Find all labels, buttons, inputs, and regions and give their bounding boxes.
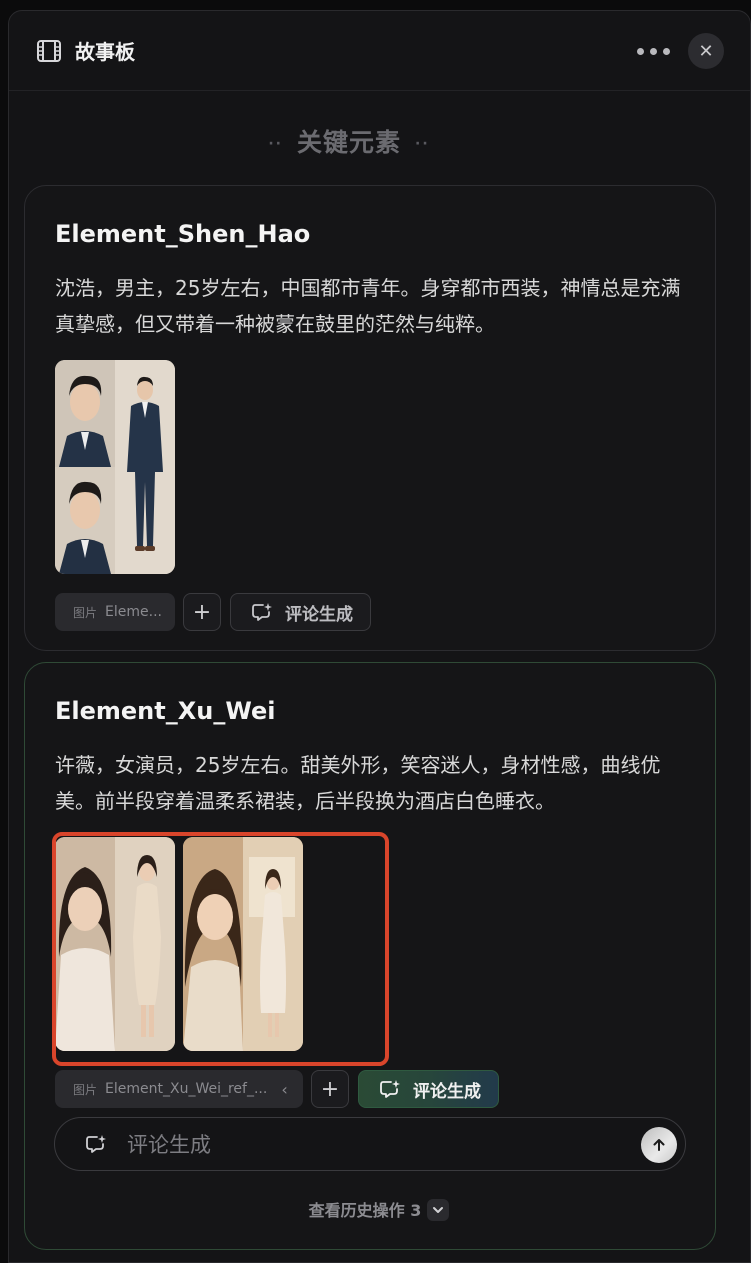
reference-chip[interactable]: 图片 Eleme... bbox=[55, 593, 175, 631]
element-description: 许薇，女演员，25岁左右。甜美外形，笑容迷人，身材性感，曲线优美。前半段穿着温柔… bbox=[55, 753, 661, 813]
reference-chip-name: Eleme... bbox=[105, 604, 162, 620]
comment-generate-label: 评论生成 bbox=[413, 1081, 481, 1102]
comment-input-box[interactable] bbox=[54, 1117, 686, 1171]
comment-generate-label: 评论生成 bbox=[285, 604, 353, 625]
reference-chip[interactable]: 图片 Element_Xu_Wei_ref_... ‹ bbox=[55, 1070, 303, 1108]
panel-header: 故事板 ✕ bbox=[9, 11, 750, 91]
add-reference-button[interactable]: + bbox=[183, 593, 221, 631]
plus-icon: + bbox=[192, 599, 212, 625]
storyboard-panel: 故事板 ✕ ·· 关键元素 ·· Element_Shen_Hao 沈浩，男主，25… bbox=[8, 10, 751, 1263]
decorative-dots-left: ·· bbox=[268, 136, 283, 152]
element-name: Element_Shen_Hao bbox=[55, 220, 311, 248]
reference-image-art bbox=[55, 360, 175, 574]
comment-generate-button[interactable]: 评论生成 bbox=[358, 1070, 499, 1108]
panel-title: 故事板 bbox=[75, 40, 135, 64]
element-name: Element_Xu_Wei bbox=[55, 697, 276, 725]
element-description: 沈浩，男主，25岁左右，中国都市青年。身穿都市西装，神情总是充满真挚感，但又带着… bbox=[55, 276, 681, 336]
film-strip-icon bbox=[37, 40, 61, 62]
close-icon: ✕ bbox=[698, 40, 714, 62]
more-icon[interactable] bbox=[637, 39, 677, 63]
history-toggle[interactable]: 查看历史操作 3 bbox=[9, 1197, 749, 1223]
send-button[interactable] bbox=[641, 1127, 677, 1163]
comment-spark-icon bbox=[252, 603, 272, 621]
selection-highlight bbox=[52, 832, 389, 1066]
comment-input[interactable] bbox=[127, 1128, 607, 1162]
section-title: ·· 关键元素 ·· bbox=[9, 123, 689, 159]
section-title-text: 关键元素 bbox=[296, 128, 401, 157]
close-button[interactable]: ✕ bbox=[688, 33, 724, 69]
reference-image[interactable] bbox=[55, 360, 175, 574]
history-label: 查看历史操作 3 bbox=[308, 1201, 422, 1220]
arrow-up-icon bbox=[653, 1139, 665, 1151]
element-card: Element_Shen_Hao 沈浩，男主，25岁左右，中国都市青年。身穿都市… bbox=[24, 185, 716, 651]
comment-spark-icon bbox=[380, 1080, 400, 1098]
chevron-down-icon bbox=[427, 1198, 450, 1221]
reference-chip-tag: 图片 bbox=[73, 1082, 98, 1097]
plus-icon: + bbox=[320, 1076, 340, 1102]
comment-spark-icon bbox=[86, 1135, 106, 1153]
reference-chip-tag: 图片 bbox=[73, 605, 98, 620]
add-reference-button[interactable]: + bbox=[311, 1070, 349, 1108]
decorative-dots-right: ·· bbox=[415, 136, 430, 152]
reference-chip-name: Element_Xu_Wei_ref_... bbox=[105, 1081, 268, 1097]
comment-generate-button[interactable]: 评论生成 bbox=[230, 593, 371, 631]
chevron-left-icon[interactable]: ‹ bbox=[281, 1080, 287, 1099]
